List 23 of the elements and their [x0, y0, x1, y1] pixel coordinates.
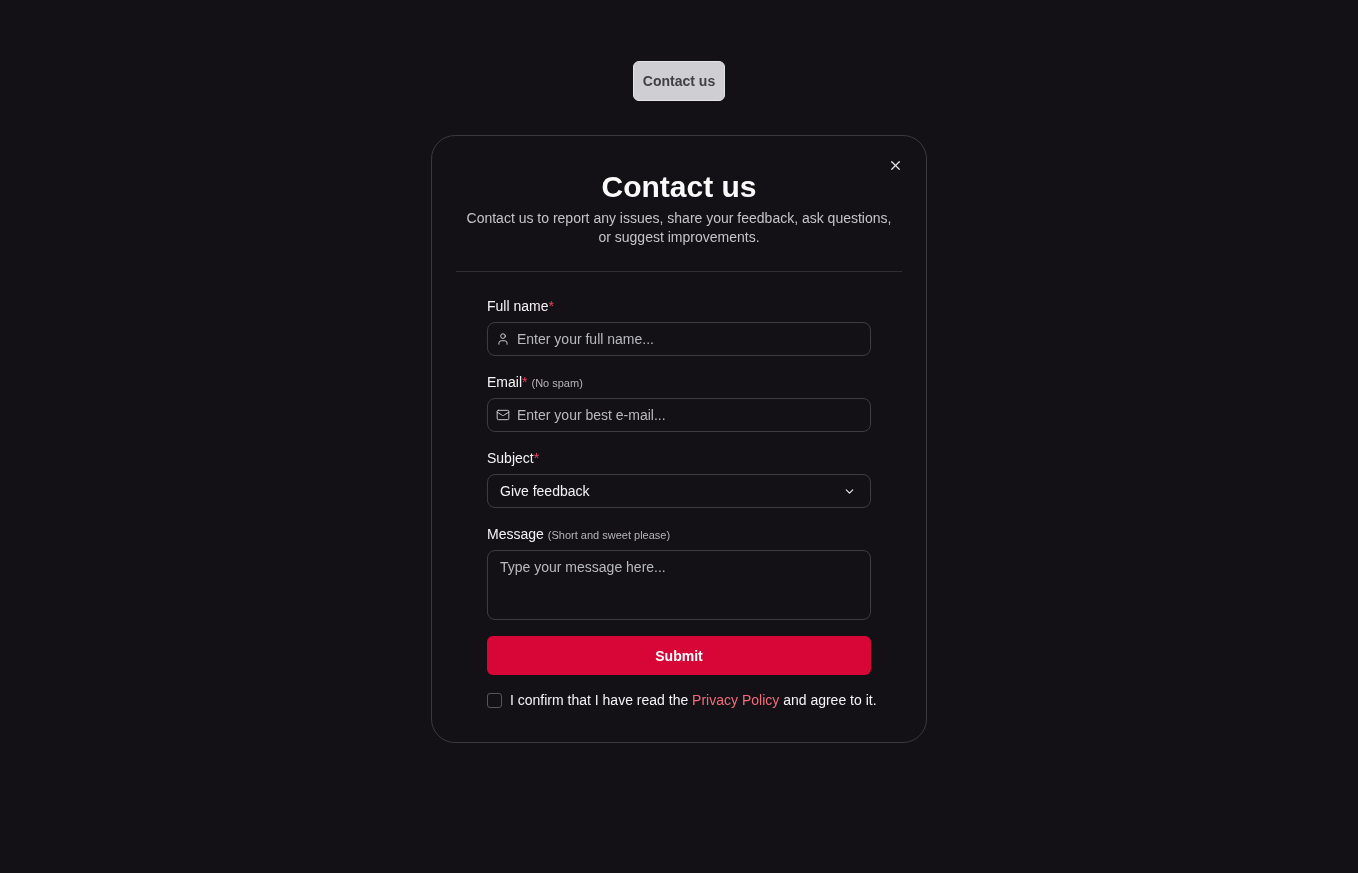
required-asterisk: *	[548, 297, 554, 316]
dialog-description: Contact us to report any issues, share your feedback, ask questions, or suggest improvements.	[465, 209, 893, 247]
name-input[interactable]: Enter your full name...	[487, 322, 871, 356]
required-asterisk: *	[522, 373, 528, 392]
checkbox[interactable]	[487, 692, 502, 708]
close-icon[interactable]	[888, 158, 903, 173]
privacy-policy-link[interactable]: Privacy Policy	[692, 692, 780, 708]
field-hint: (Short and sweet please)	[547, 528, 671, 543]
envelope-icon	[496, 408, 510, 422]
subject-dropdown[interactable]: Give feedback	[487, 474, 871, 508]
field-label: Full name	[487, 297, 549, 316]
dialog-title: Contact us	[600, 169, 758, 205]
field-hint: (No spam)	[531, 376, 583, 391]
submit-button[interactable]: Submit	[487, 636, 871, 675]
required-asterisk: *	[533, 449, 540, 468]
person-icon	[496, 332, 510, 346]
field-label: Subject	[487, 449, 534, 468]
message-textarea[interactable]: Type your message here...	[487, 550, 871, 620]
field-label: Message	[487, 525, 544, 544]
field-label: Email	[487, 373, 522, 392]
email-input[interactable]: Enter your best e-mail...	[487, 398, 871, 432]
contact-us-button[interactable]: Contact us	[633, 61, 725, 101]
consent-text: I confirm that I have read the Privacy Policy and agree to it.	[510, 691, 877, 710]
